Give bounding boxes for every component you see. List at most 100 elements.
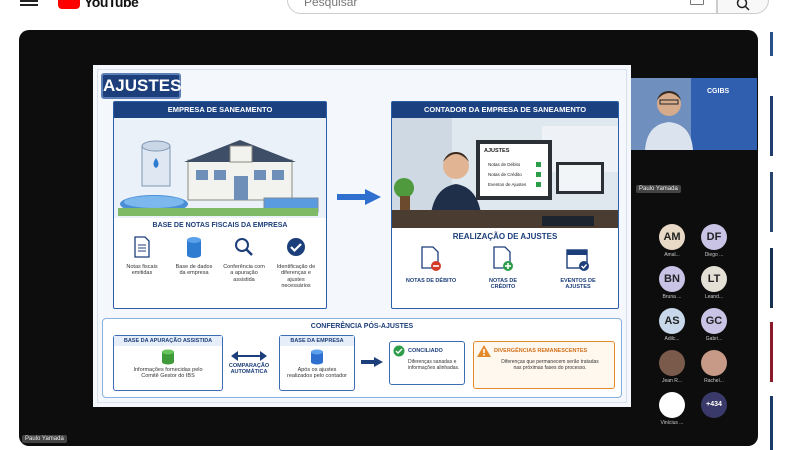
- participant-avatar: DF: [701, 224, 727, 250]
- related-thumbnail[interactable]: [770, 396, 773, 450]
- left-panel-subheading: BASE DE NOTAS FISCAIS DA EMPRESA: [152, 222, 288, 229]
- right-panel-heading: CONTADOR DA EMPRESA DE SANEAMENTO: [392, 102, 618, 118]
- participant-avatar: LT: [701, 266, 727, 292]
- database-icon: [311, 349, 323, 365]
- check-circle-icon: [393, 345, 405, 357]
- item-label: Identificação de diferenças e ajustes ne…: [276, 263, 316, 290]
- magnifier-icon: [235, 238, 253, 256]
- database-icon: [162, 349, 174, 365]
- reconciled-title: CONCILIADO: [408, 348, 443, 354]
- item-notas-debito: NOTAS DE DÉBITO: [404, 246, 458, 284]
- search-icon: [736, 0, 750, 11]
- related-thumbnail[interactable]: [770, 32, 773, 56]
- right-panel: CONTADOR DA EMPRESA DE SANEAMENTO AJUSTE…: [391, 101, 619, 309]
- item-eventos-ajustes: EVENTOS DE AJUSTES: [548, 246, 608, 291]
- item-label: EVENTOS DE AJUSTES: [560, 277, 596, 291]
- divergences-title: DIVERGÊNCIAS REMANESCENTES: [494, 348, 588, 354]
- screen-item: Eventos de Ajustes: [488, 182, 527, 187]
- check-circle-icon: [287, 238, 305, 256]
- right-panel-subheading: REALIZAÇÃO DE AJUSTES: [452, 232, 558, 241]
- water-treatment-illustration: [114, 118, 326, 218]
- search-input[interactable]: Pesquisar: [287, 0, 717, 14]
- document-minus-icon: [421, 246, 441, 271]
- brand-logo: CGIBS: [707, 88, 730, 95]
- double-arrow-icon: [231, 351, 267, 361]
- assisted-base-text: Informações fornecidas pelo Comitê Gesto…: [133, 367, 203, 379]
- more-participants[interactable]: +434: [699, 392, 729, 418]
- item-label: NOTAS DE CRÉDITO: [488, 277, 517, 291]
- related-thumbnail[interactable]: [770, 248, 773, 308]
- presenter-image: [631, 78, 757, 150]
- reconciled-box: CONCILIADO Diferenças sanadas e informaç…: [389, 341, 465, 385]
- participant-tile[interactable]: Vinícius ...: [657, 392, 687, 426]
- item-notas-credito: NOTAS DE CRÉDITO: [476, 246, 530, 291]
- participant-name: Jean R...: [661, 378, 682, 384]
- item-label: NOTAS DE DÉBITO: [405, 277, 457, 284]
- participant-avatar: [701, 350, 727, 376]
- related-videos-strip: [770, 30, 800, 450]
- screen-item: Notas de Débito: [488, 162, 521, 167]
- document-icon: [134, 236, 150, 258]
- right-arrow-icon: [361, 357, 383, 367]
- participant-avatar: BN: [659, 266, 685, 292]
- participant-tile[interactable]: BN Bruna ...: [657, 266, 687, 300]
- screen-title: AJUSTES: [484, 148, 510, 154]
- post-adjustment-heading: CONFERÊNCIA PÓS-AJUSTES: [310, 323, 414, 330]
- youtube-play-icon: [58, 0, 80, 9]
- youtube-logo-text: YouTube: [84, 0, 139, 10]
- participant-name: Amal...: [664, 252, 680, 258]
- participant-tile[interactable]: DF Diego ...: [699, 224, 729, 258]
- item-notas-fiscais: Notas fiscais emitidas: [120, 236, 164, 277]
- active-speaker-label: Paulo Yamada: [22, 435, 67, 443]
- screen-item: Notas de Crédito: [488, 172, 522, 177]
- post-adjustment-panel: CONFERÊNCIA PÓS-AJUSTES BASE DA APURAÇÃO…: [102, 318, 622, 398]
- youtube-logo[interactable]: YouTube: [58, 0, 139, 10]
- database-icon: [187, 237, 201, 258]
- participant-avatar: GC: [701, 308, 727, 334]
- item-identificacao: Identificação de diferenças e ajustes ne…: [274, 236, 318, 290]
- presentation-slide: AJUSTES EMPRESA DE SANEAMENTO BASE DE NO…: [93, 65, 631, 407]
- menu-icon[interactable]: [20, 0, 38, 6]
- item-label: Base de dados da empresa: [175, 263, 213, 277]
- item-conferencia: Conferência com a apuração assistida: [222, 236, 266, 283]
- participant-tile[interactable]: AM Amal...: [657, 224, 687, 258]
- more-participants-count: +434: [701, 392, 727, 418]
- calendar-check-icon: [566, 249, 589, 271]
- participant-avatar: [659, 350, 685, 376]
- right-arrow-icon: [337, 189, 381, 205]
- item-label: Conferência com a apuração assistida: [223, 263, 265, 283]
- search-button[interactable]: [717, 0, 769, 14]
- participant-tile[interactable]: LT Leand...: [699, 266, 729, 300]
- left-panel-heading: EMPRESA DE SANEAMENTO: [114, 102, 326, 118]
- assisted-base-title: BASE DA APURAÇÃO ASSISTIDA: [114, 336, 222, 346]
- company-base-title: BASE DA EMPRESA: [280, 336, 354, 346]
- item-base-dados: Base de dados da empresa: [172, 236, 216, 277]
- participant-avatar: AS: [659, 308, 685, 334]
- participant-name: Adilc...: [664, 336, 680, 342]
- automatic-comparison-label: COMPARAÇÃO AUTOMÁTICA: [228, 363, 270, 375]
- document-plus-icon: [493, 246, 513, 271]
- participant-name: Rachel...: [704, 378, 724, 384]
- participant-name: Diego ...: [704, 252, 724, 258]
- divergences-text: Diferenças que permanecem serão tratadas…: [501, 359, 599, 371]
- related-thumbnail[interactable]: [770, 96, 773, 156]
- participant-tile[interactable]: AS Adilc...: [657, 308, 687, 342]
- keyboard-icon[interactable]: [690, 0, 704, 5]
- video-player[interactable]: AJUSTES EMPRESA DE SANEAMENTO BASE DE NO…: [19, 30, 758, 446]
- youtube-header: YouTube Pesquisar: [0, 0, 800, 22]
- participant-tile[interactable]: GC Gabri...: [699, 308, 729, 342]
- reconciled-text: Diferenças sanadas e informações alinhad…: [408, 359, 460, 371]
- remaining-divergences-box: DIVERGÊNCIAS REMANESCENTES Diferenças qu…: [473, 341, 615, 389]
- item-label: Notas fiscais emitidas: [126, 263, 158, 277]
- participant-avatar: [659, 392, 685, 418]
- related-thumbnail[interactable]: [770, 322, 773, 382]
- participant-tile[interactable]: Jean R...: [657, 350, 687, 384]
- participant-tile[interactable]: Rachel...: [699, 350, 729, 384]
- presenter-video[interactable]: CGIBS: [631, 78, 757, 150]
- company-base-text: Após os ajustes realizados pelo contador: [287, 367, 347, 379]
- related-thumbnail[interactable]: [770, 172, 773, 232]
- company-base-box: BASE DA EMPRESA Após os ajustes realizad…: [279, 335, 355, 391]
- warning-icon: [477, 345, 491, 357]
- presenter-name: Paulo Yamada: [636, 185, 681, 193]
- assisted-base-box: BASE DA APURAÇÃO ASSISTIDA Informações f…: [113, 335, 223, 391]
